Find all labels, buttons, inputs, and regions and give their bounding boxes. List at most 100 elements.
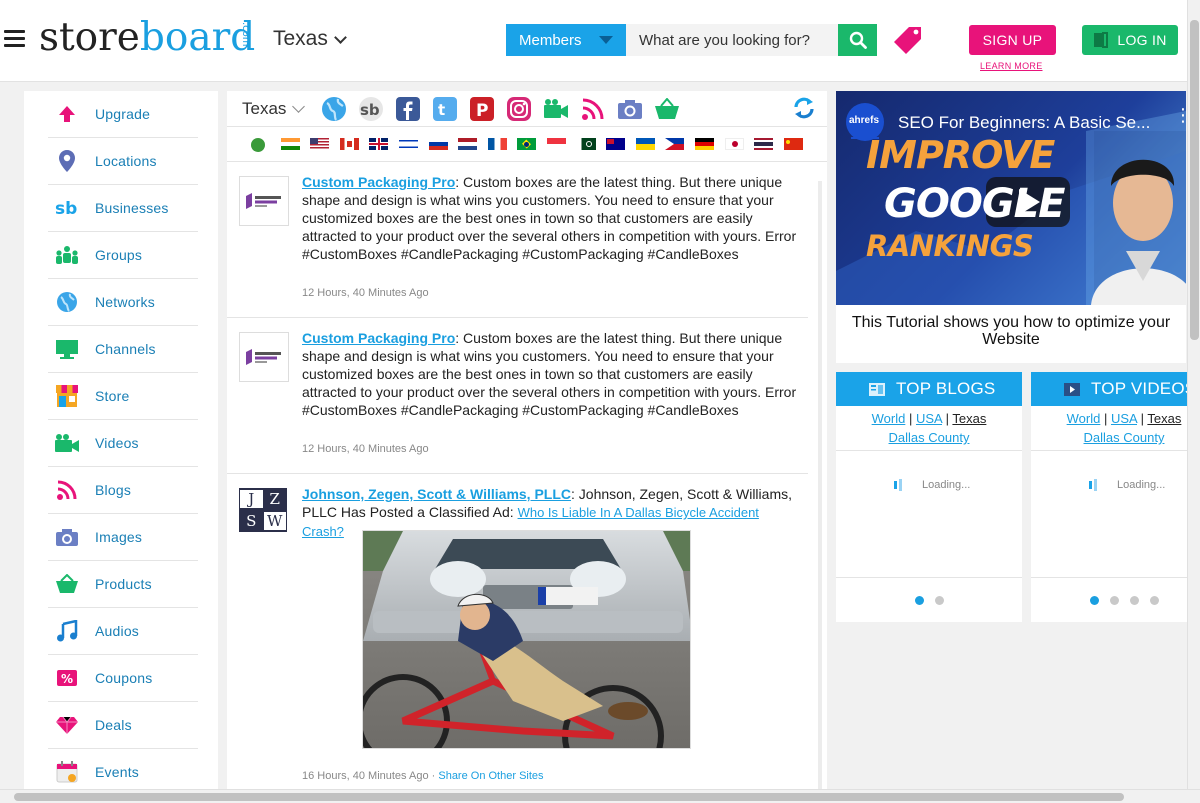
flag-israel[interactable]	[398, 138, 418, 150]
post-author-link[interactable]: Custom Packaging Pro	[302, 330, 455, 346]
custom-packaging-logo-icon	[246, 349, 281, 365]
post-image[interactable]	[362, 530, 691, 749]
sb-icon: sb	[52, 193, 82, 223]
link-separator: |	[1103, 411, 1108, 426]
flag-pakistan[interactable]	[576, 138, 596, 150]
video-title: SEO For Beginners: A Basic Se...	[898, 113, 1151, 132]
sidebar-item-videos[interactable]: Videos	[48, 420, 198, 467]
link-dallas-county[interactable]: Dallas County	[1084, 430, 1165, 445]
sidebar-item-label: Events	[95, 764, 139, 780]
flag-uk[interactable]	[369, 138, 389, 150]
more-options-icon[interactable]: ⋮	[1174, 106, 1186, 124]
camera-icon[interactable]	[615, 95, 645, 123]
rss-icon[interactable]	[578, 95, 608, 123]
sidebar-item-events[interactable]: Events	[48, 749, 198, 791]
link-world[interactable]: World	[872, 411, 906, 426]
carousel-dot[interactable]	[1129, 596, 1139, 605]
share-link[interactable]: Share On Other Sites	[438, 770, 543, 782]
learn-more-link[interactable]: LEARN MORE	[980, 61, 1043, 71]
search-input[interactable]	[626, 24, 838, 56]
feed-scrollbar[interactable]	[818, 181, 822, 791]
link-texas[interactable]: Texas	[952, 411, 986, 426]
feed-location-selector[interactable]: Texas	[242, 99, 306, 119]
scrollbar-thumb[interactable]	[1190, 20, 1199, 340]
carousel-dots	[836, 579, 1022, 622]
avatar-letter: J	[240, 490, 263, 509]
flag-japan[interactable]	[724, 138, 744, 150]
flag-france[interactable]	[487, 138, 507, 150]
sidebar-item-groups[interactable]: Groups	[48, 232, 198, 279]
carousel-dot[interactable]	[914, 596, 924, 605]
page-horizontal-scrollbar[interactable]	[0, 789, 1200, 803]
sidebar-item-businesses[interactable]: sb Businesses	[48, 185, 198, 232]
page-vertical-scrollbar[interactable]	[1187, 0, 1200, 789]
svg-text:P: P	[476, 101, 488, 121]
sidebar-item-store[interactable]: Store	[48, 373, 198, 420]
flag-usa[interactable]	[310, 138, 330, 150]
location-selector[interactable]: Texas	[273, 27, 347, 51]
sidebar-item-images[interactable]: Images	[48, 514, 198, 561]
storeboard-logo[interactable]: storeboard	[39, 14, 255, 62]
link-world[interactable]: World	[1067, 411, 1101, 426]
search-button[interactable]	[838, 24, 877, 56]
post-author-link[interactable]: Johnson, Zegen, Scott & Williams, PLLC	[302, 486, 571, 502]
refresh-icon[interactable]	[792, 96, 816, 120]
flag-india[interactable]	[280, 138, 300, 150]
flag-netherlands[interactable]	[458, 138, 478, 150]
link-texas[interactable]: Texas	[1147, 411, 1181, 426]
feed-post: J Z S W Johnson, Zegen, Scott & Williams…	[227, 474, 808, 791]
video-player[interactable]: ahrefs SEO For Beginners: A Basic Se... …	[836, 91, 1186, 305]
sidebar-item-deals[interactable]: Deals	[48, 702, 198, 749]
sidebar-item-label: Images	[95, 529, 143, 545]
pinterest-icon[interactable]: P	[467, 95, 497, 123]
facebook-icon[interactable]	[393, 95, 423, 123]
flag-world[interactable]	[251, 138, 265, 152]
carousel-dot[interactable]	[1149, 596, 1159, 605]
carousel-dot[interactable]	[1109, 596, 1119, 605]
sidebar-item-blogs[interactable]: Blogs	[48, 467, 198, 514]
link-usa[interactable]: USA	[1111, 411, 1137, 426]
hamburger-menu-icon[interactable]	[4, 30, 25, 48]
sidebar-item-networks[interactable]: Networks	[48, 279, 198, 326]
sidebar-item-channels[interactable]: Channels	[48, 326, 198, 373]
sidebar-item-upgrade[interactable]: Upgrade	[48, 91, 198, 138]
carousel-dot[interactable]	[934, 596, 944, 605]
globe-icon[interactable]	[319, 95, 349, 123]
sidebar-item-coupons[interactable]: % Coupons	[48, 655, 198, 702]
link-dallas-county[interactable]: Dallas County	[889, 430, 970, 445]
flag-thailand[interactable]	[754, 138, 774, 150]
sb-icon[interactable]: sb	[356, 95, 386, 123]
post-author-link[interactable]: Custom Packaging Pro	[302, 174, 455, 190]
flag-canada[interactable]	[339, 138, 359, 150]
members-dropdown[interactable]: Members	[506, 24, 626, 56]
avatar[interactable]	[239, 332, 289, 382]
basket-icon[interactable]	[652, 95, 682, 123]
link-separator: |	[1140, 411, 1145, 426]
price-tag-icon[interactable]	[892, 24, 924, 56]
avatar[interactable]	[239, 176, 289, 226]
top-videos-header[interactable]: TOP VIDEOS	[1031, 372, 1200, 406]
video-camera-icon[interactable]	[541, 95, 571, 123]
sidebar-item-audios[interactable]: Audios	[48, 608, 198, 655]
flag-ukraine[interactable]	[635, 138, 655, 150]
top-blogs-header[interactable]: TOP BLOGS	[836, 372, 1022, 406]
instagram-icon[interactable]	[504, 95, 534, 123]
twitter-icon[interactable]: t	[430, 95, 460, 123]
camera-icon	[52, 522, 82, 552]
flag-brazil[interactable]	[517, 138, 537, 150]
flag-china[interactable]	[783, 138, 803, 150]
flag-australia[interactable]	[606, 138, 626, 150]
log-in-button[interactable]: LOG IN	[1082, 25, 1178, 55]
sidebar-item-locations[interactable]: Locations	[48, 138, 198, 185]
carousel-dot[interactable]	[1089, 596, 1099, 605]
logo-store-text: store	[39, 15, 140, 60]
flag-russia[interactable]	[428, 138, 448, 150]
flag-philippines[interactable]	[665, 138, 685, 150]
flag-germany[interactable]	[694, 138, 714, 150]
sign-up-button[interactable]: SIGN UP	[969, 25, 1056, 55]
flag-singapore[interactable]	[546, 138, 566, 150]
link-usa[interactable]: USA	[916, 411, 942, 426]
scrollbar-thumb[interactable]	[14, 793, 1124, 801]
sidebar-item-products[interactable]: Products	[48, 561, 198, 608]
avatar[interactable]: J Z S W	[239, 488, 287, 532]
